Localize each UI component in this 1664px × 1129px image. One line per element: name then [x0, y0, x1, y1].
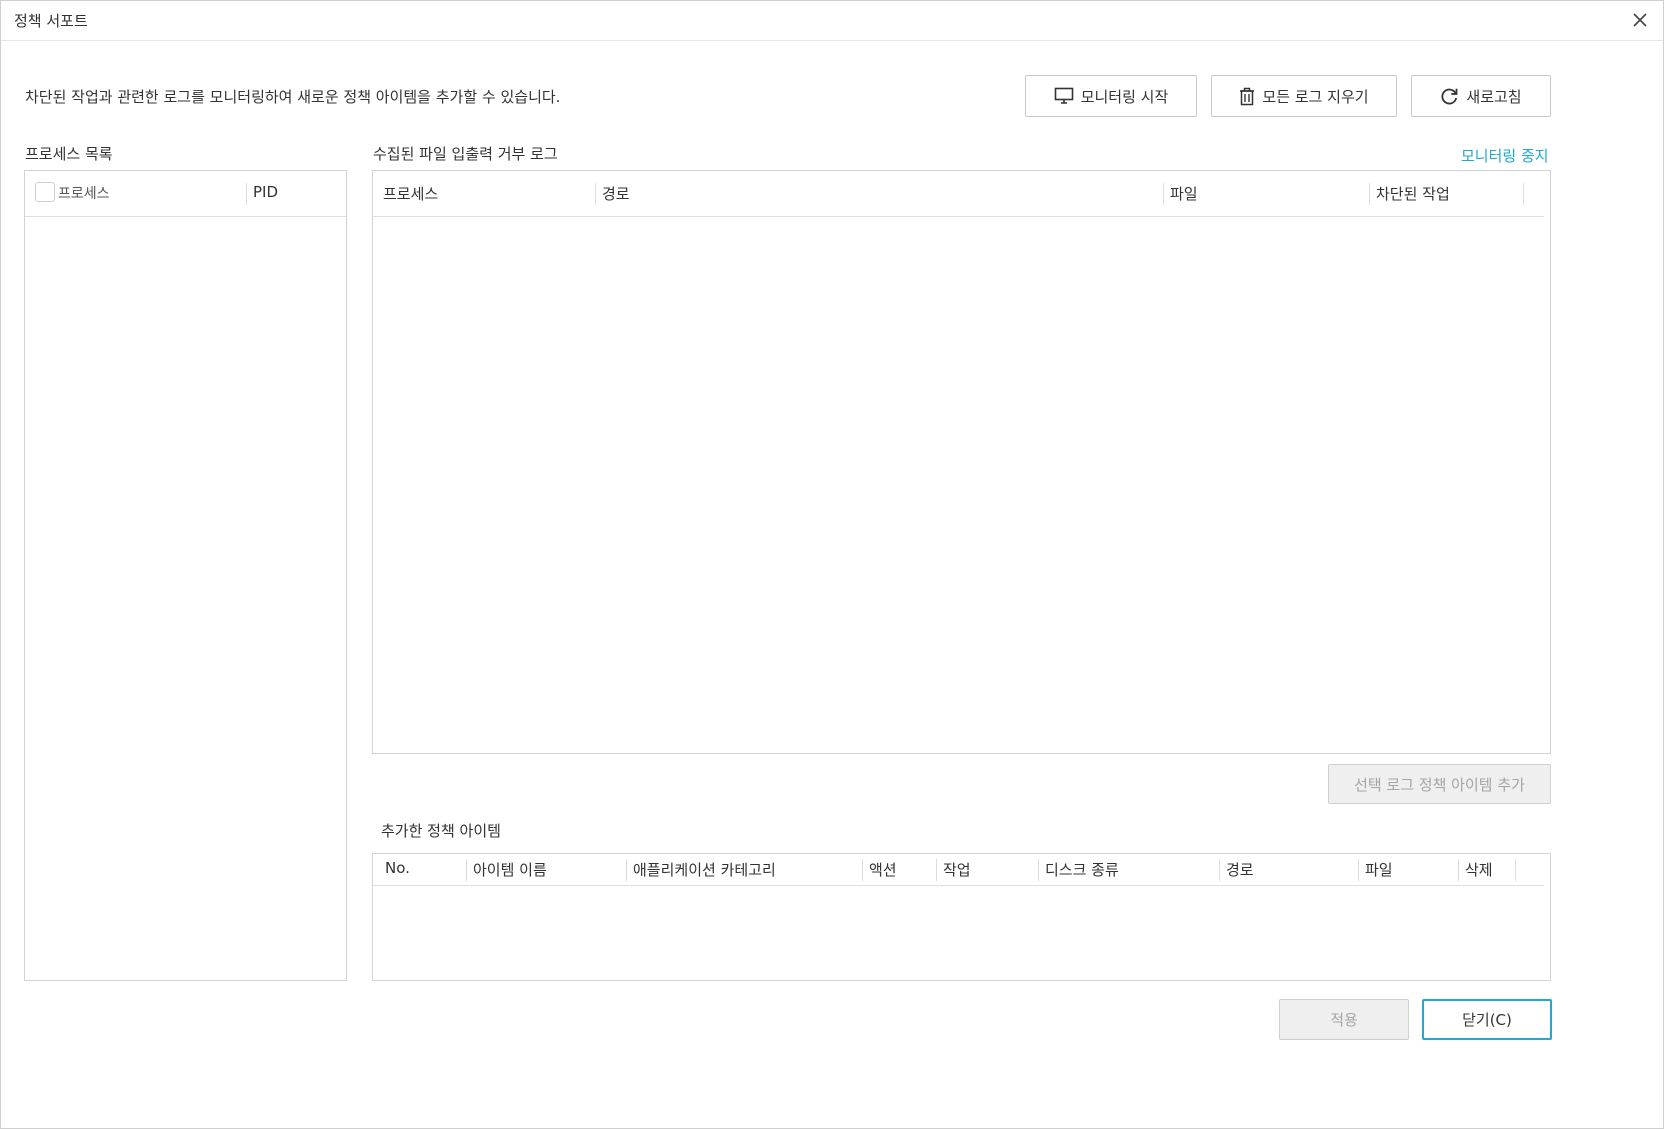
column-task[interactable]: 작업 [943, 859, 971, 880]
column-file[interactable]: 파일 [1365, 859, 1393, 880]
column-separator[interactable] [626, 859, 627, 881]
trash-icon [1240, 87, 1255, 105]
column-pid[interactable]: PID [253, 183, 278, 201]
process-list-header: 프로세스 PID [25, 171, 346, 217]
column-separator[interactable] [1358, 859, 1359, 881]
close-icon [1633, 13, 1647, 27]
column-separator[interactable] [1515, 859, 1516, 881]
policy-support-dialog: 정책 서포트 차단된 작업과 관련한 로그를 모니터링하여 새로운 정책 아이템… [0, 0, 1664, 1129]
title-bar: 정책 서포트 [1, 1, 1663, 41]
column-separator[interactable] [1369, 183, 1370, 205]
denied-log-table: 프로세스 경로 파일 차단된 작업 [372, 170, 1551, 754]
column-disk-type[interactable]: 디스크 종류 [1045, 859, 1119, 880]
description-text: 차단된 작업과 관련한 로그를 모니터링하여 새로운 정책 아이템을 추가할 수… [25, 88, 561, 106]
column-separator[interactable] [1219, 859, 1220, 881]
column-action[interactable]: 액션 [869, 859, 897, 880]
column-separator[interactable] [246, 183, 247, 205]
column-separator[interactable] [595, 183, 596, 205]
column-log-blocked-action[interactable]: 차단된 작업 [1376, 183, 1450, 204]
policy-items-table: No. 아이템 이름 애플리케이션 카테고리 액션 작업 디스크 종류 경로 파… [372, 853, 1551, 981]
column-separator[interactable] [466, 859, 467, 881]
column-no[interactable]: No. [385, 859, 410, 877]
clear-logs-label: 모든 로그 지우기 [1262, 87, 1369, 106]
column-separator[interactable] [936, 859, 937, 881]
start-monitoring-button[interactable]: 모니터링 시작 [1025, 75, 1197, 117]
refresh-icon [1441, 88, 1458, 104]
refresh-label: 새로고침 [1466, 87, 1522, 106]
column-separator[interactable] [1038, 859, 1039, 881]
column-separator[interactable] [1163, 183, 1164, 205]
add-selected-log-policy-button[interactable]: 선택 로그 정책 아이템 추가 [1328, 764, 1551, 804]
stop-monitoring-link[interactable]: 모니터링 중지 [1461, 145, 1549, 166]
column-app-category[interactable]: 애플리케이션 카테고리 [633, 859, 776, 880]
select-all-checkbox[interactable] [35, 182, 55, 202]
column-path[interactable]: 경로 [1226, 859, 1254, 880]
column-delete[interactable]: 삭제 [1465, 859, 1493, 880]
column-log-process[interactable]: 프로세스 [383, 183, 438, 204]
close-button[interactable]: 닫기(C) [1422, 999, 1552, 1040]
column-separator[interactable] [862, 859, 863, 881]
policy-items-header: No. 아이템 이름 애플리케이션 카테고리 액션 작업 디스크 종류 경로 파… [373, 854, 1544, 886]
clear-logs-button[interactable]: 모든 로그 지우기 [1211, 75, 1397, 117]
column-separator[interactable] [1458, 859, 1459, 881]
column-log-path[interactable]: 경로 [602, 183, 630, 204]
window-close-button[interactable] [1627, 7, 1653, 33]
column-separator[interactable] [1523, 183, 1524, 205]
apply-button[interactable]: 적용 [1279, 999, 1409, 1040]
column-process[interactable]: 프로세스 [58, 183, 110, 203]
monitor-icon [1054, 87, 1074, 104]
log-table-label: 수집된 파일 입출력 거부 로그 [373, 145, 558, 163]
policy-items-label: 추가한 정책 아이템 [381, 822, 501, 840]
window-title: 정책 서포트 [14, 12, 88, 30]
process-list-table: 프로세스 PID [24, 170, 347, 981]
start-monitoring-label: 모니터링 시작 [1080, 87, 1169, 106]
log-table-header: 프로세스 경로 파일 차단된 작업 [373, 171, 1544, 217]
refresh-button[interactable]: 새로고침 [1411, 75, 1551, 117]
process-list-label: 프로세스 목록 [25, 145, 113, 163]
column-item-name[interactable]: 아이템 이름 [473, 859, 547, 880]
column-log-file[interactable]: 파일 [1170, 183, 1198, 204]
